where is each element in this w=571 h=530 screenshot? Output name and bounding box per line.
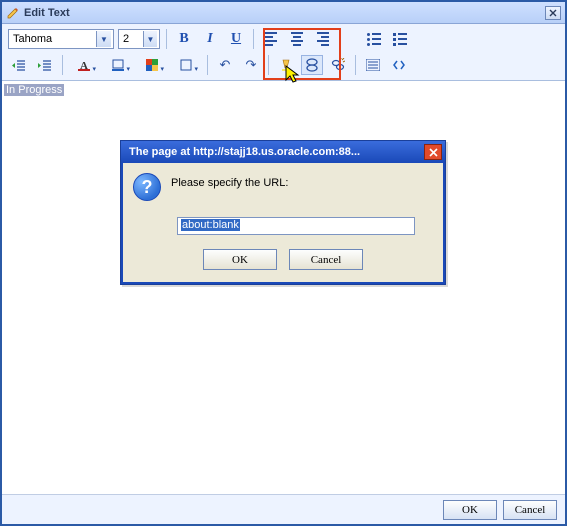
link-icon [305, 58, 319, 72]
prompt-message: Please specify the URL: [171, 173, 288, 189]
number-list-icon [393, 33, 407, 46]
dialog-title: Edit Text [24, 7, 545, 19]
url-input[interactable]: about:blank [177, 217, 415, 235]
bold-button[interactable]: B [173, 29, 195, 49]
outdent-icon [12, 59, 26, 71]
align-center-icon [291, 32, 303, 46]
prompt-cancel-button[interactable]: Cancel [289, 249, 363, 270]
prompt-body: ? Please specify the URL: about:blank OK… [121, 163, 445, 284]
undo-button[interactable]: ↶ [214, 55, 236, 75]
align-right-button[interactable] [312, 29, 334, 49]
font-family-value: Tahoma [13, 33, 96, 45]
font-size-select[interactable]: 2 ▼ [118, 29, 160, 49]
bg-color-icon [112, 59, 124, 71]
bg-color-button[interactable] [103, 55, 133, 75]
indent-button[interactable] [34, 55, 56, 75]
separator [355, 55, 356, 75]
highlight-button[interactable] [275, 55, 297, 75]
swatch-icon [146, 59, 158, 71]
highlight-icon [280, 58, 292, 72]
unlink-icon [331, 58, 345, 72]
insert-object-button[interactable] [171, 55, 201, 75]
dialog-close-button[interactable] [545, 6, 561, 20]
chevron-down-icon: ▼ [96, 31, 111, 47]
dialog-titlebar: Edit Text [2, 2, 565, 24]
bullet-list-icon [367, 33, 381, 46]
font-family-select[interactable]: Tahoma ▼ [8, 29, 114, 49]
question-icon: ? [133, 173, 161, 201]
redo-button[interactable]: ↷ [240, 55, 262, 75]
prompt-ok-button[interactable]: OK [203, 249, 277, 270]
indent-icon [38, 59, 52, 71]
dialog-footer: OK Cancel [2, 494, 565, 524]
separator [340, 29, 341, 49]
separator [253, 29, 254, 49]
link-button[interactable] [301, 55, 323, 75]
prompt-titlebar: The page at http://stajj18.us.oracle.com… [121, 141, 445, 163]
font-size-value: 2 [123, 33, 143, 45]
prompt-title-text: The page at http://stajj18.us.oracle.com… [129, 146, 360, 158]
url-input-value: about:blank [181, 219, 240, 231]
color-swatch-button[interactable] [137, 55, 167, 75]
pencil-icon [6, 6, 20, 20]
cancel-button[interactable]: Cancel [503, 500, 557, 520]
close-icon [549, 9, 557, 17]
unlink-button[interactable] [327, 55, 349, 75]
separator [62, 55, 63, 75]
source-icon [392, 59, 406, 71]
source-button[interactable] [388, 55, 410, 75]
underline-button[interactable]: U [225, 29, 247, 49]
select-all-icon [366, 59, 380, 71]
align-right-icon [317, 32, 329, 46]
align-left-button[interactable] [260, 29, 282, 49]
outdent-button[interactable] [8, 55, 30, 75]
font-color-icon: A [78, 59, 90, 71]
select-all-button[interactable] [362, 55, 384, 75]
prompt-close-button[interactable] [424, 144, 442, 160]
chevron-down-icon: ▼ [143, 31, 157, 47]
align-left-icon [265, 32, 277, 46]
italic-button[interactable]: I [199, 29, 221, 49]
number-list-button[interactable] [389, 29, 411, 49]
selected-text: In Progress [4, 84, 64, 96]
close-icon [429, 148, 438, 157]
url-prompt-dialog: The page at http://stajj18.us.oracle.com… [120, 140, 446, 285]
separator [207, 55, 208, 75]
object-icon [180, 59, 192, 71]
separator [268, 55, 269, 75]
toolbar: Tahoma ▼ 2 ▼ B I U [2, 24, 565, 81]
ok-button[interactable]: OK [443, 500, 497, 520]
align-center-button[interactable] [286, 29, 308, 49]
bullet-list-button[interactable] [363, 29, 385, 49]
font-color-button[interactable]: A [69, 55, 99, 75]
separator [166, 29, 167, 49]
